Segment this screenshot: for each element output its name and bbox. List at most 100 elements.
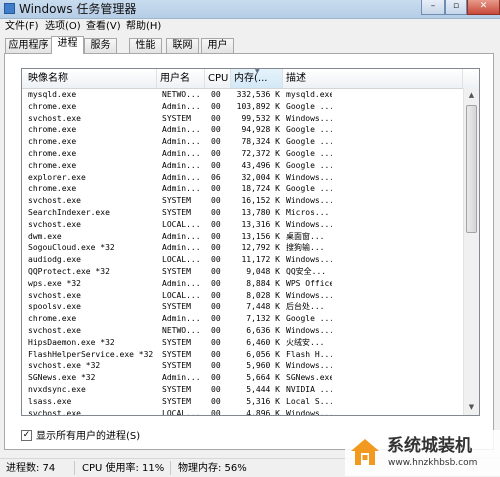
process-name-cell: explorer.exe xyxy=(28,172,86,182)
table-row[interactable]: chrome.exe Admin... 00 43,496 K Google ... xyxy=(22,160,462,172)
table-row[interactable]: SearchIndexer.exe SYSTEM 00 13,780 K Micros.… xyxy=(22,207,462,219)
table-row[interactable]: svchost.exe LOCAL... 00 8,028 K Windows... xyxy=(22,290,462,302)
process-description-cell: Google ... xyxy=(286,137,332,147)
table-row[interactable]: nvxdsync.exe SYSTEM 00 5,444 K NVIDIA ... xyxy=(22,384,462,396)
process-name-cell: SearchIndexer.exe xyxy=(28,207,110,217)
table-row[interactable]: dwm.exe Admin... 00 13,156 K 桌面窗... xyxy=(22,231,462,243)
maximize-button[interactable]: ▫ xyxy=(445,0,467,15)
process-name-cell: chrome.exe xyxy=(28,137,77,147)
scroll-thumb[interactable] xyxy=(466,105,477,233)
table-row[interactable]: wps.exe *32 Admin... 00 8,884 K WPS Office xyxy=(22,278,462,290)
column-image-name[interactable]: 映像名称 xyxy=(22,69,157,88)
process-memory-cell: 5,316 K xyxy=(246,396,280,406)
process-cpu-cell: 00 xyxy=(211,361,221,371)
watermark-url: www.hnzkhbsb.com xyxy=(388,458,478,468)
process-memory-cell: 5,664 K xyxy=(246,373,280,383)
table-row[interactable]: audiodg.exe LOCAL... 00 11,172 K Windows... xyxy=(22,254,462,266)
process-cpu-cell: 00 xyxy=(211,337,221,347)
tab-processes[interactable]: 进程 xyxy=(51,36,84,54)
table-row[interactable]: svchost.exe SYSTEM 00 99,532 K Windows... xyxy=(22,113,462,125)
tab-applications[interactable]: 应用程序 xyxy=(5,38,52,53)
process-memory-cell: 7,132 K xyxy=(246,314,280,324)
process-name-cell: chrome.exe xyxy=(28,160,77,170)
process-user-cell: SYSTEM xyxy=(162,349,191,359)
process-memory-cell: 18,724 K xyxy=(241,184,280,194)
menu-options[interactable]: 选项(O) xyxy=(45,20,81,33)
process-cpu-cell: 00 xyxy=(211,290,221,300)
process-name-cell: chrome.exe xyxy=(28,184,77,194)
process-name-cell: mysqld.exe xyxy=(28,90,77,99)
tab-networking[interactable]: 联网 xyxy=(166,38,199,53)
table-row[interactable]: mysqld.exe NETWO... 00 332,536 K mysqld.exe xyxy=(22,89,462,101)
title-bar[interactable]: Windows 任务管理器 – ▫ ✕ xyxy=(0,0,500,19)
table-row[interactable]: chrome.exe Admin... 00 18,724 K Google ... xyxy=(22,183,462,195)
sort-descending-icon: ▼ xyxy=(255,69,260,75)
scroll-up-icon[interactable]: ▲ xyxy=(464,88,479,103)
column-cpu[interactable]: CPU xyxy=(205,69,231,88)
process-user-cell: SYSTEM xyxy=(162,113,191,123)
close-button[interactable]: ✕ xyxy=(467,0,500,15)
minimize-button[interactable]: – xyxy=(421,0,445,15)
process-description-cell: mysqld.exe xyxy=(286,90,332,99)
process-list[interactable]: 映像名称 用户名 CPU 内存(... ▼ 描述 mysqld.exe NETWO… xyxy=(21,68,480,416)
column-memory[interactable]: 内存(... ▼ xyxy=(231,69,283,88)
process-user-cell: SYSTEM xyxy=(162,196,191,206)
column-user-name[interactable]: 用户名 xyxy=(157,69,205,88)
process-cpu-cell: 00 xyxy=(211,160,221,170)
table-row[interactable]: lsass.exe SYSTEM 00 5,316 K Local S... xyxy=(22,396,462,408)
tab-performance[interactable]: 性能 xyxy=(129,38,162,53)
menu-file[interactable]: 文件(F) xyxy=(5,20,39,33)
process-memory-cell: 5,444 K xyxy=(246,384,280,394)
table-row[interactable]: HipsDaemon.exe *32 SYSTEM 00 6,460 K 火绒安... xyxy=(22,337,462,349)
tab-users[interactable]: 用户 xyxy=(201,38,234,53)
table-row[interactable]: chrome.exe Admin... 00 78,324 K Google ... xyxy=(22,136,462,148)
process-memory-cell: 13,780 K xyxy=(241,207,280,217)
process-cpu-cell: 00 xyxy=(211,219,221,229)
tab-services[interactable]: 服务 xyxy=(84,38,117,53)
process-memory-cell: 6,460 K xyxy=(246,337,280,347)
process-cpu-cell: 00 xyxy=(211,278,221,288)
table-row[interactable]: chrome.exe Admin... 00 72,372 K Google ... xyxy=(22,148,462,160)
process-memory-cell: 8,884 K xyxy=(246,278,280,288)
table-row[interactable]: SogouCloud.exe *32 Admin... 00 12,792 K 搜狗输.… xyxy=(22,242,462,254)
table-row[interactable]: svchost.exe SYSTEM 00 16,152 K Windows... xyxy=(22,195,462,207)
process-description-cell: Windows... xyxy=(286,325,332,335)
table-row[interactable]: QQProtect.exe *32 SYSTEM 00 9,048 K QQ安全... xyxy=(22,266,462,278)
table-row[interactable]: chrome.exe Admin... 00 94,928 K Google ... xyxy=(22,124,462,136)
menu-view[interactable]: 查看(V) xyxy=(86,20,121,33)
process-user-cell: Admin... xyxy=(162,160,201,170)
process-cpu-cell: 00 xyxy=(211,255,221,265)
checkbox-checked-icon[interactable]: ✓ xyxy=(21,430,32,441)
process-user-cell: Admin... xyxy=(162,101,201,111)
table-row[interactable]: spoolsv.exe SYSTEM 00 7,448 K 后台处... xyxy=(22,301,462,313)
process-description-cell: Micros... xyxy=(286,207,330,217)
table-row[interactable]: svchost.exe NETWO... 00 6,636 K Windows... xyxy=(22,325,462,337)
process-cpu-cell: 00 xyxy=(211,184,221,194)
table-row[interactable]: svchost.exe *32 SYSTEM 00 5,960 K Windows... xyxy=(22,360,462,372)
process-user-cell: SYSTEM xyxy=(162,361,191,371)
table-row[interactable]: FlashHelperService.exe *32 SYSTEM 00 6,056 … xyxy=(22,349,462,361)
process-user-cell: SYSTEM xyxy=(162,266,191,276)
process-name-cell: svchost.exe xyxy=(28,325,81,335)
process-memory-cell: 78,324 K xyxy=(241,137,280,147)
process-memory-cell: 4,896 K xyxy=(246,408,280,416)
process-name-cell: svchost.exe xyxy=(28,113,81,123)
process-description-cell: Google ... xyxy=(286,184,332,194)
column-description[interactable]: 描述 xyxy=(283,69,463,88)
table-row[interactable]: chrome.exe Admin... 00 103,892 K Google ... xyxy=(22,101,462,113)
menu-help[interactable]: 帮助(H) xyxy=(126,20,161,33)
table-row[interactable]: svchost.exe LOCAL... 00 13,316 K Windows... xyxy=(22,219,462,231)
process-description-cell: Windows... xyxy=(286,219,332,229)
table-row[interactable]: chrome.exe Admin... 00 7,132 K Google ... xyxy=(22,313,462,325)
process-name-cell: lsass.exe xyxy=(28,396,72,406)
processes-panel: 映像名称 用户名 CPU 内存(... ▼ 描述 mysqld.exe NETWO… xyxy=(4,53,494,450)
table-row[interactable]: SGNews.exe *32 Admin... 00 5,664 K SGNews.ex… xyxy=(22,372,462,384)
scroll-down-icon[interactable]: ▼ xyxy=(464,400,479,415)
process-cpu-cell: 00 xyxy=(211,408,221,416)
process-memory-cell: 103,892 K xyxy=(236,101,280,111)
table-row[interactable]: explorer.exe Admin... 06 32,004 K Windows... xyxy=(22,172,462,184)
process-description-cell: Local S... xyxy=(286,396,332,406)
table-row[interactable]: svchost.exe LOCAL... 00 4,896 K Windows... xyxy=(22,408,462,416)
vertical-scrollbar[interactable]: ▲ ▼ xyxy=(463,88,479,415)
process-user-cell: SYSTEM xyxy=(162,302,191,312)
